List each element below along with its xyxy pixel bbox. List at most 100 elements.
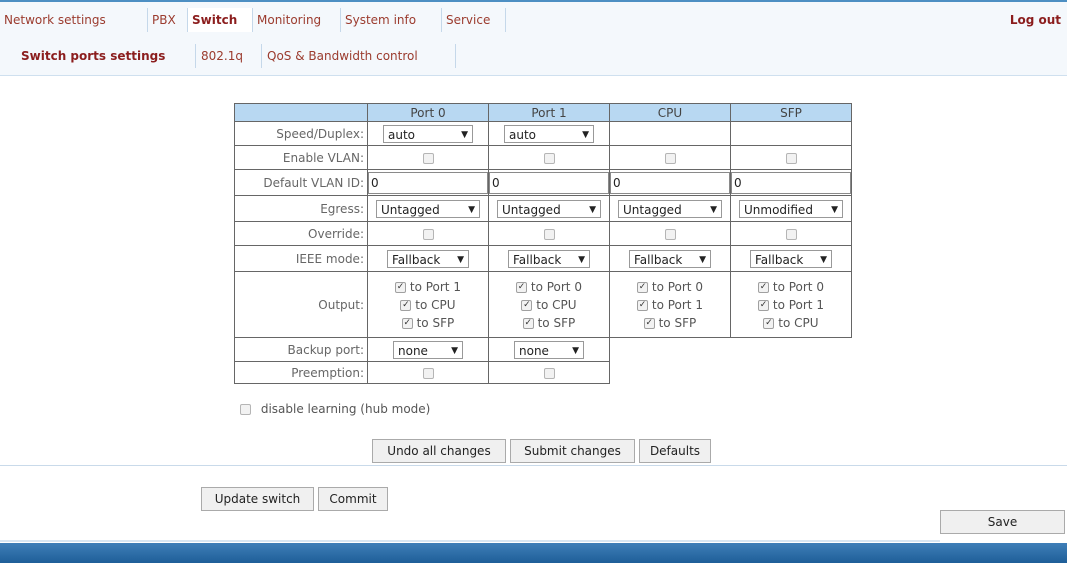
vlan-id-input-sfp[interactable]: 0 [731, 171, 851, 194]
vlan-id-cell: 0 [609, 169, 731, 196]
egress-select-port1[interactable]: Untagged ▼ [497, 199, 601, 218]
vlan-id-cell: 0 [488, 169, 610, 196]
egress-select-port0[interactable]: Untagged ▼ [376, 199, 480, 218]
tab-pbx[interactable]: PBX [148, 8, 188, 32]
empty-cell [609, 121, 731, 146]
subtab-switch-ports-settings[interactable]: Switch ports settings [16, 44, 196, 68]
override-cell [730, 221, 852, 246]
output-label: to SFP [416, 315, 455, 330]
output-checkbox[interactable]: ✓ [637, 281, 649, 293]
output-checkbox[interactable]: ✓ [522, 317, 534, 329]
output-checkbox[interactable]: ✓ [643, 317, 655, 329]
output-option: ✓ to Port 1 [610, 296, 730, 314]
disable-learning-checkbox[interactable] [240, 404, 251, 415]
row-label-backup-port: Backup port: [234, 337, 368, 362]
override-checkbox-port1[interactable] [543, 228, 555, 240]
speed-select-port1[interactable]: auto ▼ [504, 124, 594, 143]
save-button[interactable]: Save [940, 510, 1065, 534]
disable-learning-option: disable learning (hub mode) [240, 402, 430, 416]
row-label-enable-vlan: Enable VLAN: [234, 145, 368, 170]
egress-value: Untagged [623, 202, 682, 217]
dropdown-arrow-icon: ▼ [820, 254, 827, 265]
table-row: Egress: Untagged ▼ Untagged ▼ Untagged ▼ Un… [234, 195, 852, 222]
egress-select-sfp[interactable]: Unmodified ▼ [739, 199, 843, 218]
output-label: to Port 1 [409, 279, 461, 294]
override-checkbox-port0[interactable] [422, 228, 434, 240]
egress-select-cpu[interactable]: Untagged ▼ [618, 199, 722, 218]
output-checkbox[interactable]: ✓ [516, 281, 528, 293]
empty-cell [730, 121, 852, 146]
override-checkbox-cpu[interactable] [664, 228, 676, 240]
override-checkbox-sfp[interactable] [785, 228, 797, 240]
backup-select-port0[interactable]: none ▼ [393, 340, 463, 359]
row-label-ieee-mode: IEEE mode: [234, 245, 368, 272]
dropdown-arrow-icon: ▼ [589, 204, 596, 215]
tab-network-settings[interactable]: Network settings [0, 8, 148, 32]
subtab-802-1q[interactable]: 802.1q [196, 44, 262, 68]
tab-system-info[interactable]: System info [341, 8, 442, 32]
submit-changes-button[interactable]: Submit changes [510, 439, 635, 463]
output-label: to SFP [658, 315, 697, 330]
table-row: Preemption: [234, 361, 852, 384]
output-checkbox[interactable]: ✓ [758, 281, 770, 293]
undo-all-changes-button[interactable]: Undo all changes [372, 439, 506, 463]
enable-vlan-checkbox-cpu[interactable] [664, 152, 676, 164]
output-option: ✓ to Port 0 [610, 278, 730, 296]
row-label-speed-duplex: Speed/Duplex: [234, 121, 368, 146]
vlan-id-input-port1[interactable]: 0 [489, 171, 609, 194]
switch-ports-table: Port 0 Port 1 CPU SFP Speed/Duplex: auto… [234, 103, 852, 384]
ieee-select-port0[interactable]: Fallback ▼ [387, 249, 469, 268]
dropdown-arrow-icon: ▼ [582, 129, 589, 140]
override-cell [609, 221, 731, 246]
output-checkbox[interactable]: ✓ [763, 317, 775, 329]
vlan-cell [488, 145, 610, 170]
subtab-qos-bandwidth[interactable]: QoS & Bandwidth control [262, 44, 456, 68]
vlan-id-input-cpu[interactable]: 0 [610, 171, 730, 194]
table-row: Output: ✓ to Port 1 ✓ to CPU ✓ to SFP ✓ … [234, 271, 852, 338]
preemption-checkbox-port1[interactable] [543, 367, 555, 379]
empty-cell [731, 338, 852, 362]
output-option: ✓ to Port 0 [489, 278, 609, 296]
table-row: Override: [234, 221, 852, 246]
output-option: ✓ to SFP [368, 314, 488, 332]
enable-vlan-checkbox-sfp[interactable] [785, 152, 797, 164]
table-row: Default VLAN ID: 0 0 0 0 [234, 169, 852, 196]
preemption-cell [488, 361, 610, 384]
tab-service[interactable]: Service [442, 8, 506, 32]
output-label: to Port 0 [772, 279, 824, 294]
table-row: Backup port: none ▼ none ▼ [234, 337, 852, 362]
ieee-cell: Fallback ▼ [367, 245, 489, 272]
output-checkbox[interactable]: ✓ [758, 299, 770, 311]
vlan-cell [609, 145, 731, 170]
dropdown-arrow-icon: ▼ [461, 129, 468, 140]
divider [0, 465, 1067, 466]
output-checkbox[interactable]: ✓ [401, 317, 413, 329]
speed-select-port0[interactable]: auto ▼ [383, 124, 473, 143]
enable-vlan-checkbox-port1[interactable] [543, 152, 555, 164]
output-checkbox[interactable]: ✓ [395, 281, 407, 293]
dropdown-arrow-icon: ▼ [710, 204, 717, 215]
empty-cell [610, 338, 731, 362]
output-checkbox[interactable]: ✓ [521, 299, 533, 311]
ieee-select-sfp[interactable]: Fallback ▼ [750, 249, 832, 268]
vlan-id-cell: 0 [367, 169, 489, 196]
ieee-select-port1[interactable]: Fallback ▼ [508, 249, 590, 268]
update-switch-button[interactable]: Update switch [201, 487, 314, 511]
tab-monitoring[interactable]: Monitoring [253, 8, 341, 32]
output-checkbox[interactable]: ✓ [637, 299, 649, 311]
sub-nav: Switch ports settings 802.1q QoS & Bandw… [0, 36, 1067, 76]
logout-link[interactable]: Log out [1010, 8, 1061, 32]
table-row: IEEE mode: Fallback ▼ Fallback ▼ Fallback ▼… [234, 245, 852, 272]
defaults-button[interactable]: Defaults [639, 439, 711, 463]
ieee-select-cpu[interactable]: Fallback ▼ [629, 249, 711, 268]
commit-button[interactable]: Commit [318, 487, 388, 511]
preemption-checkbox-port0[interactable] [422, 367, 434, 379]
vlan-id-input-port0[interactable]: 0 [368, 171, 488, 194]
enable-vlan-checkbox-port0[interactable] [422, 152, 434, 164]
dropdown-arrow-icon: ▼ [451, 345, 458, 356]
egress-value: Unmodified [744, 202, 813, 217]
backup-select-port1[interactable]: none ▼ [514, 340, 584, 359]
speed-cell-port0: auto ▼ [367, 121, 489, 146]
output-checkbox[interactable]: ✓ [400, 299, 412, 311]
tab-switch[interactable]: Switch [188, 8, 253, 32]
